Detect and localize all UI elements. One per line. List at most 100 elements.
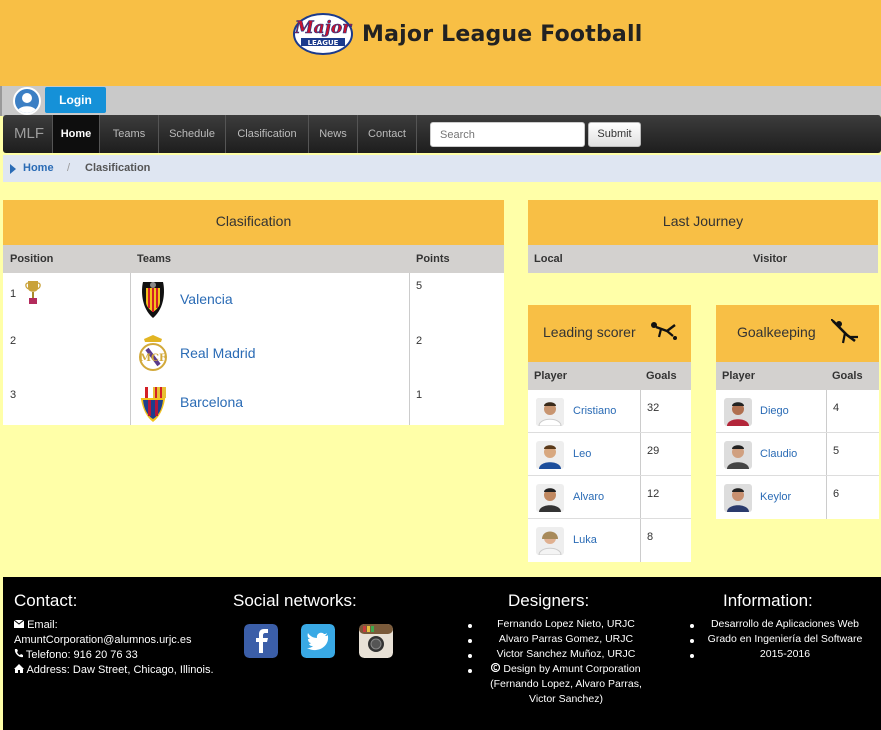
clasification-header-row: Position Teams Points: [3, 245, 504, 273]
email-value[interactable]: AmuntCorporation@alumnos.urjc.es: [14, 633, 191, 648]
contact-title: Contact:: [14, 591, 78, 610]
goals-value: 29: [647, 445, 660, 457]
facebook-icon[interactable]: [244, 624, 278, 658]
goals-value: 12: [647, 488, 660, 500]
designer-item: Fernando Lopez Nieto, URJC: [497, 618, 635, 630]
position-value: 1: [10, 288, 17, 300]
svg-text:LEAGUE: LEAGUE: [308, 39, 339, 47]
breadcrumb: Home / Clasification: [3, 155, 881, 182]
team-link-real-madrid[interactable]: Real Madrid: [180, 345, 255, 361]
avatar: [724, 441, 752, 469]
site-title: Major League Football: [362, 22, 643, 47]
valencia-crest-icon: [142, 282, 164, 318]
leading-scorer-panel: Leading scorer Player Goals Cristiano 32…: [528, 305, 691, 562]
points-value: 5: [416, 280, 423, 292]
player-link-leo[interactable]: Leo: [573, 448, 591, 460]
player-link-luka[interactable]: Luka: [573, 534, 597, 546]
breadcrumb-current: Clasification: [85, 162, 151, 174]
svg-text:MCF: MCF: [140, 353, 166, 364]
column-header-local: Local: [534, 253, 563, 265]
avatar: [724, 398, 752, 426]
nav-clasification[interactable]: Clasification: [226, 115, 309, 153]
address-value: Address: Daw Street, Chicago, Illinois.: [26, 664, 214, 676]
major-league-logo[interactable]: Major LEAGUE: [292, 9, 354, 57]
player-link-diego[interactable]: Diego: [760, 405, 789, 417]
clasification-title: Clasification: [3, 200, 504, 245]
real-madrid-crest-icon: MCF: [139, 335, 167, 371]
nav-home[interactable]: Home: [52, 115, 100, 153]
login-bar: [0, 86, 881, 116]
goals-value: 6: [833, 488, 840, 500]
designer-credit-line: (Fernando Lopez, Alvaro Parras,: [490, 678, 642, 690]
nav-brand[interactable]: MLF: [14, 125, 44, 142]
leading-scorer-header-row: Player Goals: [528, 362, 691, 390]
last-journey-title: Last Journey: [528, 200, 878, 245]
designer-credit-text: Design by Amunt Corporation: [503, 663, 641, 675]
instagram-icon[interactable]: [359, 624, 393, 658]
designers-title: Designers:: [508, 591, 590, 610]
column-header-player: Player: [722, 370, 756, 382]
player-link-cristiano[interactable]: Cristiano: [573, 405, 616, 417]
goals-value: 4: [833, 402, 840, 414]
contact-phone-line: Telefono: 916 20 76 33: [14, 648, 138, 663]
leading-scorer-title: Leading scorer: [543, 324, 636, 340]
goals-value: 32: [647, 402, 660, 414]
envelope-icon: [13, 619, 25, 628]
avatar: [536, 484, 564, 512]
information-item: 2015-2016: [759, 648, 811, 660]
avatar: [536, 527, 564, 555]
avatar: [536, 441, 564, 469]
clasification-panel: Clasification Position Teams Points 1 Va…: [3, 200, 504, 425]
goalkeeping-panel: Goalkeeping Player Goals Diego 4 Claudio…: [716, 305, 879, 519]
team-name[interactable]: Barcelona: [180, 394, 243, 410]
user-icon[interactable]: [13, 87, 41, 115]
breadcrumb-home[interactable]: Home: [23, 155, 54, 182]
goals-value: 8: [647, 531, 654, 543]
kicking-player-icon: [651, 322, 677, 340]
goals-value: 5: [833, 445, 840, 457]
team-name[interactable]: Valencia: [180, 291, 233, 307]
search-input[interactable]: [430, 122, 585, 147]
designer-item: Alvaro Parras Gomez, URJC: [498, 633, 634, 645]
submit-button[interactable]: Submit: [588, 122, 641, 147]
leading-scorer-header: Leading scorer: [528, 305, 691, 362]
main-navbar: MLF Home Teams Schedule Clasification Ne…: [3, 115, 881, 153]
avatar: [536, 398, 564, 426]
chevron-right-icon: [10, 164, 16, 174]
column-header-teams: Teams: [137, 253, 172, 265]
column-header-player: Player: [534, 370, 568, 382]
column-header-goals: Goals: [646, 370, 677, 382]
designer-credit-line: Victor Sanchez): [529, 693, 603, 705]
site-footer: Contact: Email: AmuntCorporation@alumnos…: [3, 577, 881, 730]
twitter-icon[interactable]: [301, 624, 335, 658]
column-header-points: Points: [416, 253, 450, 265]
team-name[interactable]: Real Madrid: [180, 345, 255, 361]
information-title: Information:: [723, 591, 813, 610]
trophy-icon: [25, 281, 41, 304]
information-item: Desarrollo de Aplicaciones Web: [710, 618, 860, 630]
player-link-keylor[interactable]: Keylor: [760, 491, 791, 503]
team-link-valencia[interactable]: Valencia: [180, 291, 233, 307]
contact-address-line: Address: Daw Street, Chicago, Illinois.: [14, 663, 214, 678]
team-link-barcelona[interactable]: Barcelona: [180, 394, 243, 410]
home-icon: [14, 664, 24, 673]
designer-item: Victor Sanchez Muñoz, URJC: [496, 648, 636, 660]
barcelona-crest-icon: [140, 387, 166, 422]
svg-text:Major: Major: [294, 18, 352, 38]
goalkeeper-diving-icon: [831, 319, 858, 344]
breadcrumb-separator: /: [67, 162, 71, 174]
copyright-icon: [491, 662, 501, 673]
player-link-claudio[interactable]: Claudio: [760, 448, 797, 460]
login-button[interactable]: Login: [45, 87, 106, 113]
nav-teams[interactable]: Teams: [100, 115, 159, 153]
player-link-alvaro[interactable]: Alvaro: [573, 491, 604, 503]
nav-contact[interactable]: Contact: [358, 115, 417, 153]
nav-news[interactable]: News: [309, 115, 358, 153]
column-header-goals: Goals: [832, 370, 863, 382]
social-title: Social networks:: [233, 591, 357, 610]
email-label: Email:: [27, 619, 58, 631]
column-header-position: Position: [10, 253, 54, 265]
last-journey-header-row: Local Visitor: [528, 245, 878, 273]
position-value: 2: [10, 335, 17, 347]
nav-schedule[interactable]: Schedule: [159, 115, 226, 153]
